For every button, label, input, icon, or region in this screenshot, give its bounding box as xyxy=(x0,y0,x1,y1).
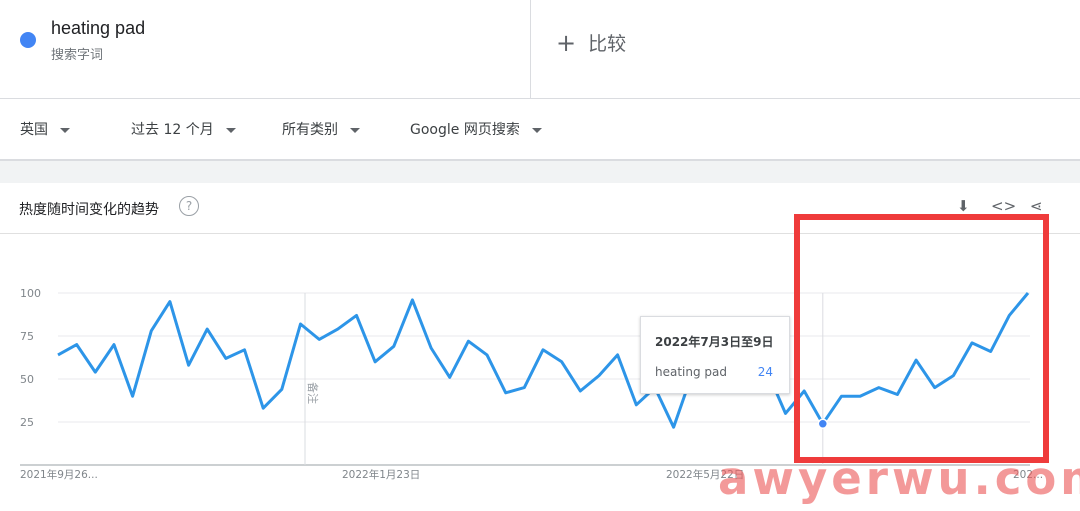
tooltip-value: 24 xyxy=(757,365,773,379)
y-tick-label: 75 xyxy=(20,330,34,343)
tooltip-term: heating pad xyxy=(655,365,728,379)
y-tick-label: 50 xyxy=(20,373,34,386)
watermark: awyerwu.com xyxy=(718,452,1080,505)
x-tick-label: 2022年1月23日 xyxy=(342,468,420,481)
y-tick-label: 25 xyxy=(20,416,34,429)
chart-tooltip: 2022年7月3日至9日 heating pad 24 xyxy=(640,316,790,394)
x-tick-label: 2021年9月26... xyxy=(20,468,98,481)
tooltip-date: 2022年7月3日至9日 xyxy=(655,335,774,349)
y-tick-label: 100 xyxy=(20,287,41,300)
annotation-label: 备注 xyxy=(306,382,320,404)
red-highlight-box xyxy=(794,214,1049,463)
